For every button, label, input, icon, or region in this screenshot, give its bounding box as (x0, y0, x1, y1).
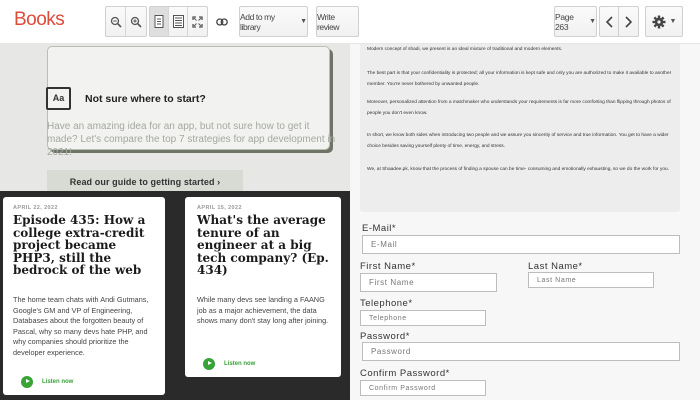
two-page-view-button[interactable] (169, 7, 189, 36)
add-to-library-button[interactable]: Add to my library ▼ (239, 6, 308, 37)
typography-icon: Aa (46, 87, 71, 110)
card-date: APRIL 15, 2022 (197, 205, 242, 211)
article-paragraph: In short, we know both sides when introd… (367, 133, 669, 149)
telephone-field[interactable]: Telephone (360, 310, 486, 326)
password-label: Password* (360, 331, 410, 342)
settings-dropdown-arrow-icon: ▼ (669, 18, 677, 25)
listen-now-label: Listen now (224, 361, 256, 367)
dropdown-arrow-icon: ▼ (300, 18, 307, 25)
link-icon (216, 17, 228, 26)
single-page-view-button[interactable] (150, 7, 170, 36)
article-paragraph: Moreover, personalized attention from a … (367, 100, 671, 116)
page-number-label: Page 263 (555, 11, 574, 32)
email-label: E-Mail* (362, 223, 397, 234)
card-date: APRIL 22, 2022 (13, 205, 58, 211)
chevron-left-icon (606, 15, 613, 28)
books-toolbar: Books Add to my library ▼ Write review Pa… (0, 0, 700, 44)
zoom-in-icon (130, 16, 142, 28)
listen-now-button[interactable]: Listen now (203, 358, 255, 370)
write-review-button[interactable]: Write review (316, 6, 359, 37)
two-page-icon (172, 15, 184, 28)
card-description: While many devs see landing a FAANG job … (197, 295, 329, 325)
view-mode-controls (149, 6, 208, 37)
add-to-library-label: Add to my library (240, 11, 275, 32)
zoom-controls (105, 6, 147, 37)
article-paragraph: Modern concept of shadi, we present is a… (367, 47, 563, 52)
last-name-label: Last Name* (528, 261, 583, 272)
first-name-field[interactable]: First Name (360, 273, 497, 292)
link-button[interactable] (211, 6, 233, 37)
first-name-label: First Name* (360, 261, 416, 272)
previous-page-button[interactable] (599, 6, 620, 37)
callout-title: Not sure where to start? (85, 93, 206, 105)
fullscreen-button[interactable] (188, 7, 207, 36)
confirm-password-field[interactable]: Confirm Password (360, 380, 486, 396)
listen-now-label: Listen now (42, 379, 74, 385)
zoom-out-icon (110, 16, 122, 28)
article-paragraph: We, at Shaadee.pk, know that the process… (367, 167, 670, 172)
next-page-button[interactable] (618, 6, 639, 37)
card-title[interactable]: What's the average tenure of an engineer… (197, 214, 333, 277)
last-name-field[interactable]: Last Name (528, 272, 654, 288)
single-page-icon (154, 15, 164, 28)
zoom-out-button[interactable] (106, 7, 126, 36)
email-field[interactable]: E-Mail (362, 235, 680, 254)
article-paragraph: The best part is that your confidentiali… (367, 71, 672, 87)
telephone-label: Telephone* (360, 298, 413, 309)
card-title[interactable]: Episode 435: How a college extra-credit … (13, 214, 161, 277)
chevron-right-icon (625, 15, 632, 28)
gear-icon (652, 15, 666, 28)
card-description: The home team chats with Andi Gutmans, G… (13, 295, 149, 357)
password-field[interactable]: Password (362, 342, 680, 361)
page-dropdown-arrow-icon: ▼ (589, 18, 596, 25)
fullscreen-icon (192, 15, 203, 28)
page-selector[interactable]: Page 263 ▼ (554, 6, 597, 37)
play-icon (203, 358, 215, 370)
books-logo[interactable]: Books (14, 9, 65, 31)
play-icon (21, 376, 33, 388)
confirm-password-label: Confirm Password* (360, 368, 450, 379)
write-review-label: Write review (317, 11, 340, 32)
settings-button[interactable]: ▼ (645, 6, 683, 37)
listen-now-button[interactable]: Listen now (21, 376, 73, 388)
callout-body: Have an amazing idea for an app, but not… (47, 121, 336, 158)
zoom-in-button[interactable] (126, 7, 146, 36)
